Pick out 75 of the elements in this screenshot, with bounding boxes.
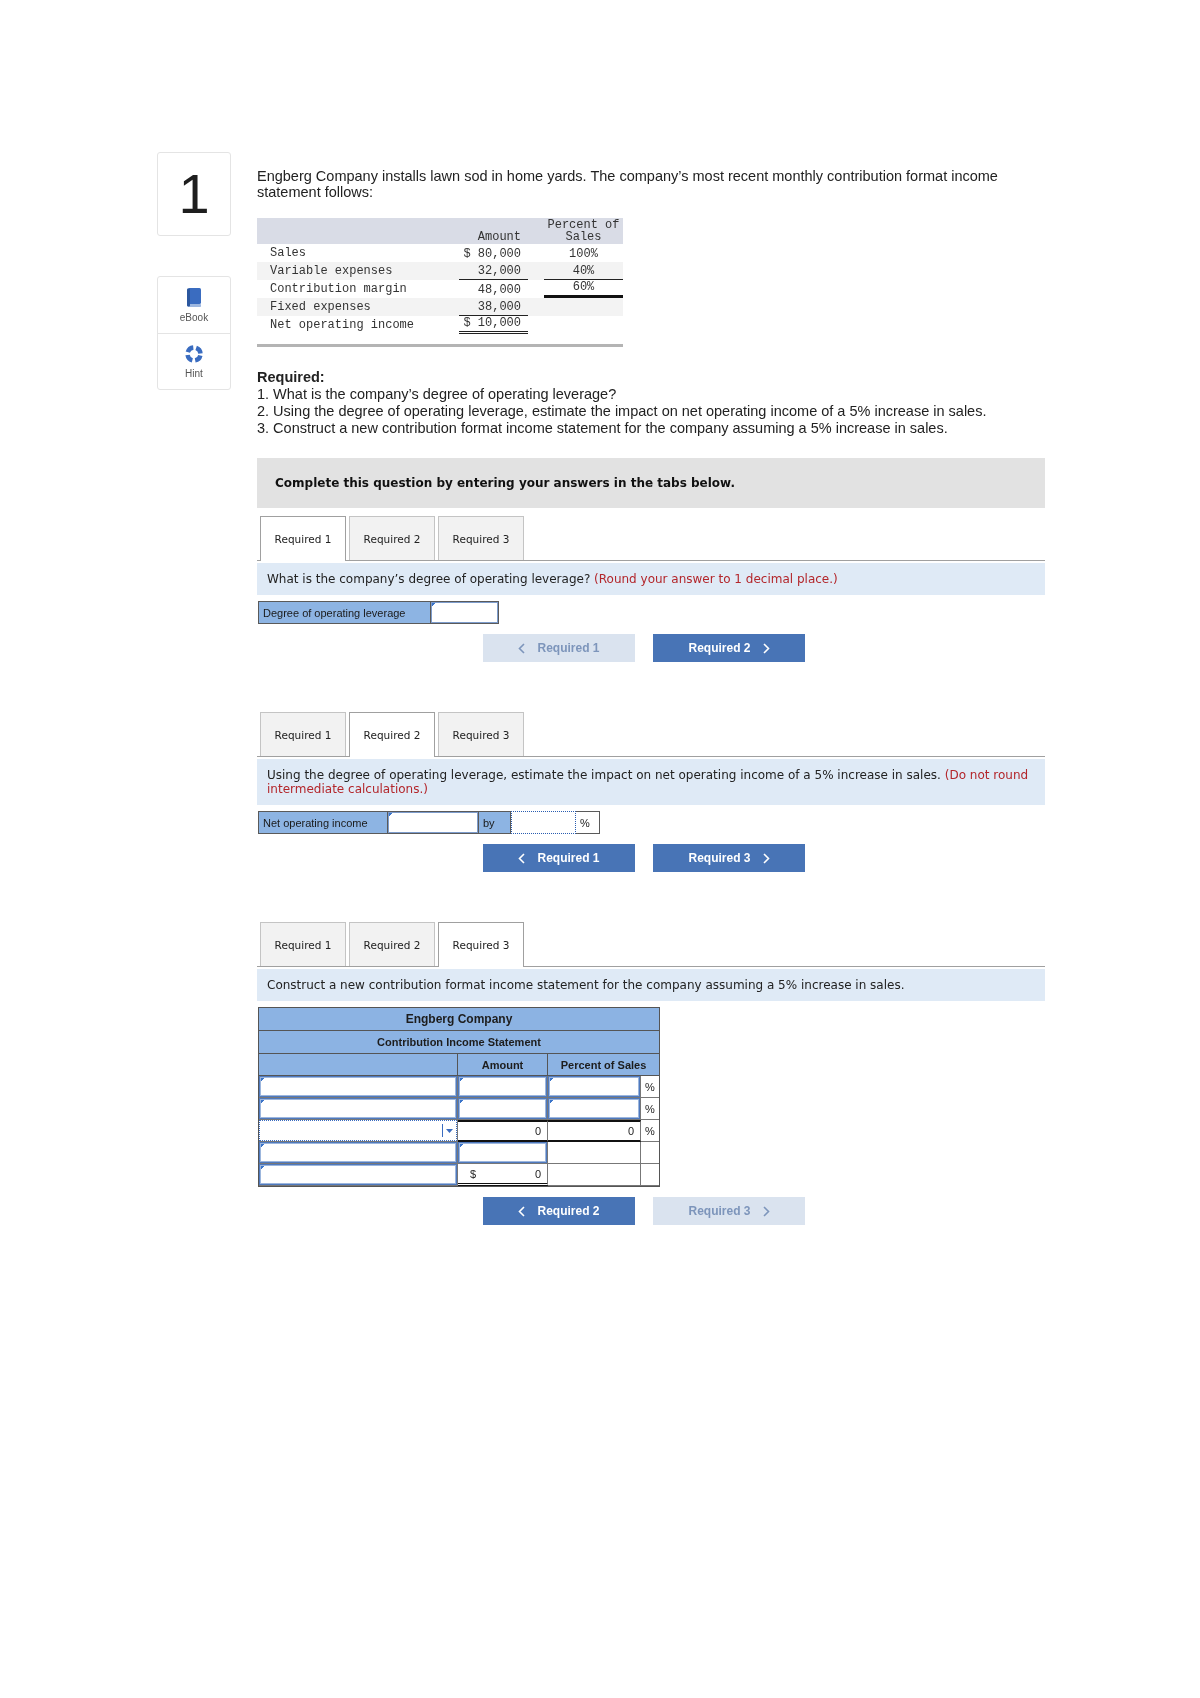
- table-cell: 32,000: [459, 264, 528, 280]
- chevron-right-icon: [762, 852, 770, 864]
- question-text: Engberg Company installs lawn sod in home yards. The company’s most recent monthly contribution format income statement follows:: [257, 168, 999, 200]
- row-label: Contribution margin: [269, 281, 408, 297]
- row-label: Net operating income: [269, 317, 416, 333]
- tab[interactable]: Required 2: [349, 922, 435, 966]
- field-label: Net operating income: [258, 811, 388, 834]
- field-label: Degree of operating leverage: [258, 601, 431, 624]
- table-title: Engberg Company: [259, 1008, 659, 1031]
- currency-sign: $: [470, 1167, 477, 1180]
- input-field[interactable]: [259, 1098, 457, 1119]
- row-label: Fixed expenses: [269, 299, 372, 315]
- section-heading: Required:: [257, 369, 326, 386]
- input-field[interactable]: [548, 1076, 640, 1097]
- tab[interactable]: Required 1: [260, 922, 346, 966]
- table-cell: 38,000: [459, 300, 528, 316]
- requirement-text: 1. What is the company’s degree of operating leverage?: [257, 386, 618, 403]
- input-field[interactable]: [259, 1076, 457, 1097]
- table-cell: $ 10,000: [459, 316, 528, 334]
- chevron-right-icon: [762, 642, 770, 654]
- row-label: Variable expenses: [269, 263, 394, 279]
- input-field[interactable]: [431, 601, 499, 624]
- dropdown-field[interactable]: [259, 1120, 457, 1141]
- input-field[interactable]: [259, 1164, 457, 1185]
- table-cell-text: 48,000: [476, 283, 522, 298]
- previous-button[interactable]: Required 1: [483, 844, 635, 872]
- input-field[interactable]: [458, 1076, 547, 1097]
- table-cell: 0: [548, 1120, 641, 1142]
- table-subtitle: Contribution Income Statement: [259, 1031, 659, 1054]
- input-field[interactable]: [259, 1142, 457, 1163]
- chevron-left-icon: [518, 852, 526, 864]
- input-field[interactable]: [388, 811, 479, 834]
- tab[interactable]: Required 2: [349, 516, 435, 560]
- connector-label: by: [479, 811, 511, 834]
- table-cell: 40%: [544, 264, 623, 280]
- previous-button[interactable]: Required 2: [483, 1197, 635, 1225]
- question-prompt: Construct a new contribution format income statement for the company assuming a 5% increase in sales.: [257, 969, 1045, 1001]
- input-field[interactable]: [548, 1098, 640, 1119]
- question-prompt: What is the company’s degree of operating leverage? (Round your answer to 1 decimal place.): [257, 563, 1045, 595]
- unit-label: %: [576, 811, 600, 834]
- column-header: Percent of Sales: [546, 219, 621, 243]
- row-label: Sales: [269, 245, 307, 261]
- requirement-text: 3. Construct a new contribution format income statement for the company assuming a 5% increase in sales.: [257, 420, 949, 437]
- next-button[interactable]: Required 2: [653, 634, 805, 662]
- tab[interactable]: Required 2: [349, 712, 435, 757]
- tab[interactable]: Required 3: [438, 922, 524, 967]
- input-field[interactable]: [458, 1098, 547, 1119]
- column-header: Percent of Sales: [548, 1054, 659, 1076]
- hint-button[interactable]: Hint: [158, 333, 230, 389]
- column-header: Amount: [458, 1054, 548, 1076]
- unit-label: %: [641, 1120, 659, 1142]
- chevron-right-icon: [762, 1205, 770, 1217]
- requirement-text: 2. Using the degree of operating leverage, estimate the impact on net operating income of a 5% increase in sales.: [257, 403, 988, 420]
- table-cell-text: $ 80,000: [462, 247, 522, 262]
- instruction-banner: Complete this question by entering your answers in the tabs below.: [257, 458, 1045, 508]
- unit-label: %: [641, 1076, 659, 1098]
- chevron-left-icon: [518, 1205, 526, 1217]
- unit-label: %: [641, 1098, 659, 1120]
- caret-down-icon: [446, 1128, 453, 1133]
- tab[interactable]: Required 3: [438, 516, 524, 560]
- column-header: Amount: [476, 231, 522, 243]
- question-prompt: Using the degree of operating leverage, estimate the impact on net operating income of a 5% increase in sales. (Do not round intermediate calculations.): [257, 759, 1045, 805]
- input-field[interactable]: [458, 1142, 547, 1163]
- life-ring-icon: [185, 344, 203, 363]
- chevron-left-icon: [518, 642, 526, 654]
- question-number: 1: [157, 152, 231, 236]
- tab[interactable]: Required 3: [438, 712, 524, 756]
- input-field[interactable]: [511, 811, 576, 834]
- tab[interactable]: Required 1: [260, 712, 346, 756]
- cell-value: 0: [534, 1167, 541, 1180]
- tab[interactable]: Required 1: [260, 516, 346, 561]
- table-cell-text: 100%: [568, 247, 599, 262]
- next-button[interactable]: Required 3: [653, 844, 805, 872]
- ebook-button[interactable]: eBook: [158, 277, 230, 333]
- book-icon: [186, 287, 202, 307]
